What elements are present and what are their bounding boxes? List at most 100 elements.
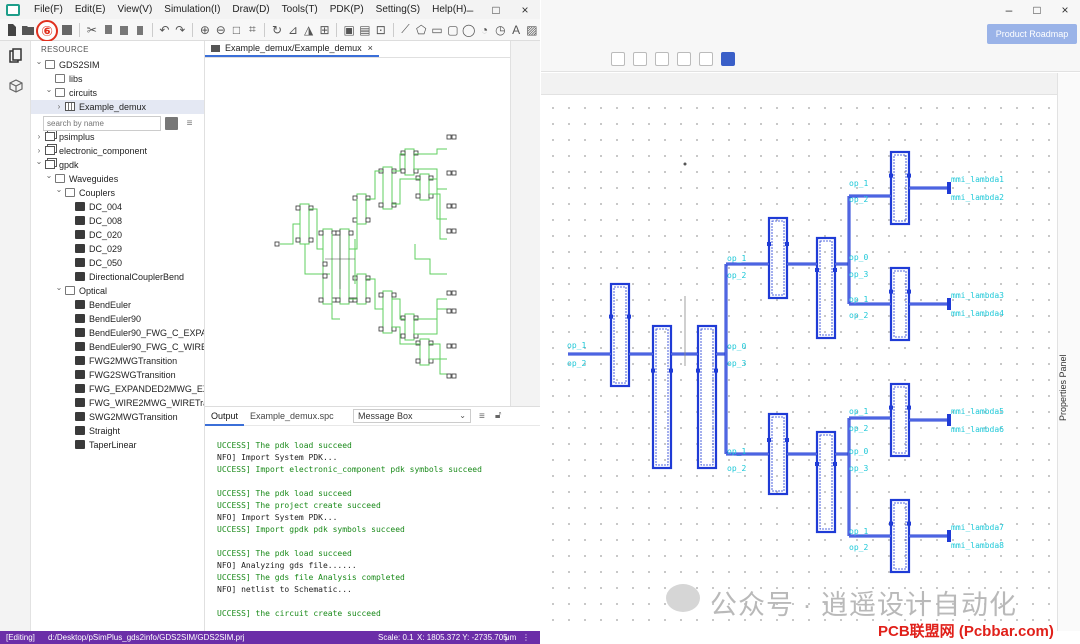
draw-rounded-rect-icon[interactable]: ▢	[446, 22, 460, 38]
clear-output-icon[interactable]: ≡	[479, 411, 485, 422]
chevron-down-icon[interactable]: ⌄	[45, 83, 53, 97]
menu-view[interactable]: View(V)	[111, 4, 158, 15]
draw-ellipse-icon[interactable]: ◯	[462, 22, 476, 38]
tree-item[interactable]: › Example_demux	[31, 100, 204, 114]
status-more-icon[interactable]: ⋮	[522, 631, 530, 644]
maximize-icon[interactable]: □	[1024, 0, 1050, 19]
ungroup-icon[interactable]: ▤	[358, 22, 372, 38]
menu-pdk[interactable]: PDK(P)	[324, 4, 370, 15]
message-type-select[interactable]: Message Box ⌄	[353, 409, 471, 423]
lock-scroll-icon[interactable]: 🔓︎	[495, 410, 501, 421]
tree-item[interactable]: SWG2MWGTransition	[31, 410, 204, 424]
select-pointer-icon[interactable]	[611, 52, 625, 66]
close-icon[interactable]: ×	[512, 0, 538, 19]
new-file-icon[interactable]	[5, 22, 19, 38]
product-roadmap-button[interactable]: Product Roadmap	[987, 24, 1077, 44]
open-folder-icon[interactable]	[21, 22, 35, 38]
close-tab-icon[interactable]: ×	[368, 43, 373, 53]
tree-item[interactable]: ⌄ GDS2SIM	[31, 55, 204, 72]
paste-icon[interactable]	[117, 22, 131, 38]
draw-polygon-icon[interactable]: ⬠	[414, 22, 428, 38]
tree-item[interactable]: BendEuler90_FWG_C_WIRE	[31, 340, 204, 354]
tree-item[interactable]: TaperLinear	[31, 438, 204, 452]
pin-icon[interactable]: ⊡	[374, 22, 388, 38]
menu-tools[interactable]: Tools(T)	[276, 4, 324, 15]
save-icon[interactable]	[60, 22, 74, 38]
tree-item[interactable]: DC_020	[31, 228, 204, 242]
layout-drawing[interactable]: op_1 op_2 op_0 op_3 op_1 op_2 op_1 op_2 op_1 op_2…	[541, 96, 1057, 631]
tree-item[interactable]: DC_029	[31, 242, 204, 256]
layer-icon[interactable]	[633, 52, 647, 66]
menu-edit[interactable]: Edit(E)	[69, 4, 112, 15]
layout-title-bar: – □ × Product Roadmap	[541, 0, 1080, 48]
tree-item[interactable]: ⌄ Optical	[31, 281, 204, 298]
undo-icon[interactable]: ↶	[158, 22, 172, 38]
snap-icon[interactable]	[699, 52, 713, 66]
resource-search-input[interactable]	[43, 116, 161, 131]
rotate-icon[interactable]: ↻	[270, 22, 284, 38]
draw-line-icon[interactable]: ⟋	[399, 22, 413, 38]
zoom-select-icon[interactable]: ⌗	[245, 22, 259, 38]
tree-item[interactable]: DC_050	[31, 256, 204, 270]
tree-item[interactable]: BendEuler	[31, 298, 204, 312]
zoom-out-icon[interactable]: ⊖	[214, 22, 228, 38]
menu-file[interactable]: File(F)	[28, 4, 69, 15]
zoom-fit-icon[interactable]: □	[230, 22, 244, 38]
zoom-in-icon[interactable]: ⊕	[198, 22, 212, 38]
tree-item[interactable]: › electronic_component	[31, 144, 204, 158]
menu-setting[interactable]: Setting(S)	[370, 4, 426, 15]
component-library-icon[interactable]	[0, 71, 31, 101]
list-view-icon[interactable]: ≡	[183, 117, 196, 130]
tree-item[interactable]: ⌄ gpdk	[31, 155, 204, 172]
tree-item[interactable]: ⌄ Couplers	[31, 183, 204, 200]
grid-icon[interactable]	[677, 52, 691, 66]
draw-rectangle-icon[interactable]: ▭	[430, 22, 444, 38]
schematic-canvas[interactable]	[205, 59, 505, 404]
menu-draw[interactable]: Draw(D)	[226, 4, 275, 15]
tree-item[interactable]: FWG_EXPANDED2MWG_EXPAN	[31, 382, 204, 396]
tree-item[interactable]: › psimplus	[31, 130, 204, 144]
chevron-down-icon[interactable]: ⌄	[35, 55, 43, 69]
close-icon[interactable]: ×	[1052, 0, 1078, 19]
draw-arc-icon[interactable]: ◔	[478, 22, 492, 38]
draw-text-icon[interactable]: A	[509, 22, 523, 38]
tree-item[interactable]: FWG2SWGTransition	[31, 368, 204, 382]
tree-item[interactable]: ⌄ circuits	[31, 83, 204, 100]
copy-icon[interactable]	[101, 22, 115, 38]
tree-item[interactable]: BendEuler90_FWG_C_EXPANDE	[31, 326, 204, 340]
tree-item[interactable]: BendEuler90	[31, 312, 204, 326]
cut-icon[interactable]: ✂	[85, 22, 99, 38]
chevron-right-icon[interactable]: ›	[35, 130, 43, 144]
draw-arc2-icon[interactable]: ◷	[493, 22, 507, 38]
tab-output[interactable]: Output	[205, 407, 245, 426]
ruler-icon[interactable]	[655, 52, 669, 66]
chevron-down-icon[interactable]: ⌄	[45, 169, 53, 183]
tab-example-demux[interactable]: Example_demux/Example_demux ×	[205, 41, 379, 57]
minimize-icon[interactable]: –	[996, 0, 1022, 19]
chevron-right-icon[interactable]: ›	[55, 100, 63, 114]
draw-image-icon[interactable]: ▨	[525, 22, 539, 38]
flip-vertical-icon[interactable]: ⊿	[286, 22, 300, 38]
chevron-down-icon[interactable]: ⌄	[35, 155, 43, 169]
3d-view-icon[interactable]	[721, 52, 735, 66]
flip-horizontal-icon[interactable]: ◮	[302, 22, 316, 38]
group-icon[interactable]: ▣	[342, 22, 356, 38]
tree-item[interactable]: Straight	[31, 424, 204, 438]
chevron-down-icon[interactable]: ⌄	[55, 183, 63, 197]
properties-panel[interactable]: Properties Panel	[1057, 73, 1080, 631]
align-icon[interactable]: ⊞	[318, 22, 332, 38]
menu-simulation[interactable]: Simulation(I)	[158, 4, 226, 15]
maximize-icon[interactable]: □	[483, 0, 509, 19]
tree-item[interactable]: FWG_WIRE2MWG_WIRETransiti	[31, 396, 204, 410]
chevron-down-icon[interactable]: ⌄	[55, 281, 63, 295]
minimize-icon[interactable]: –	[457, 0, 483, 19]
filter-icon[interactable]	[165, 117, 178, 130]
tree-item[interactable]: DC_008	[31, 214, 204, 228]
explorer-icon[interactable]	[0, 41, 31, 71]
tree-item[interactable]: libs	[31, 72, 204, 86]
tab-spice-file[interactable]: Example_demux.spc	[244, 411, 340, 421]
delete-icon[interactable]	[133, 22, 147, 38]
redo-icon[interactable]: ↷	[173, 22, 187, 38]
tree-item[interactable]: FWG2MWGTransition	[31, 354, 204, 368]
tree-item[interactable]: DC_004	[31, 200, 204, 214]
